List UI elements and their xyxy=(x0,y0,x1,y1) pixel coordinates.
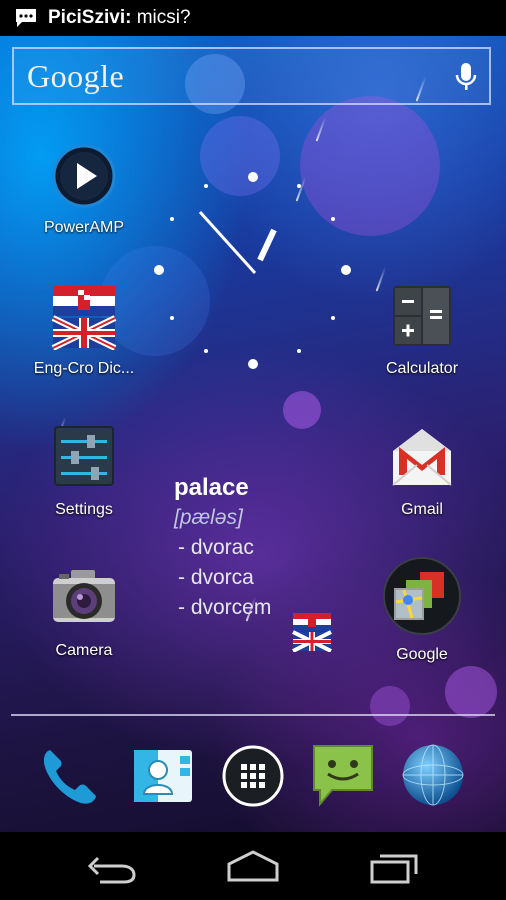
back-icon[interactable] xyxy=(84,850,140,884)
chat-bubble-icon xyxy=(16,9,36,27)
app-label: Settings xyxy=(55,501,113,518)
app-label: Calculator xyxy=(385,360,459,377)
app-drawer-icon[interactable] xyxy=(220,743,286,809)
translation-item: - dvorca xyxy=(178,566,254,589)
app-gmail[interactable]: Gmail xyxy=(357,425,487,519)
app-label: PowerAMP xyxy=(43,219,125,236)
app-label: Camera xyxy=(55,642,113,659)
status-bar: PiciSzivi: micsi? xyxy=(0,0,506,36)
play-icon xyxy=(51,143,117,209)
calculator-icon xyxy=(389,284,455,350)
contacts-icon[interactable] xyxy=(130,742,196,808)
app-label: Eng-Cro Dic... xyxy=(33,360,135,377)
dock-divider xyxy=(11,714,495,716)
translation-item: - dvorcem xyxy=(178,596,272,619)
notification-text[interactable]: PiciSzivi: micsi? xyxy=(48,7,191,29)
app-settings[interactable]: Settings xyxy=(19,425,149,519)
app-label: Gmail xyxy=(401,501,443,518)
recent-apps-icon[interactable] xyxy=(366,850,422,884)
gmail-envelope-icon xyxy=(389,425,455,491)
globe-icon[interactable] xyxy=(400,742,466,808)
dictionary-word: palace xyxy=(174,474,249,501)
google-search-bar[interactable]: Google xyxy=(12,47,491,105)
analog-clock-widget[interactable] xyxy=(148,168,358,378)
app-google-folder[interactable]: Google xyxy=(357,557,487,664)
app-poweramp[interactable]: PowerAMP xyxy=(19,143,149,237)
notification-sender: PiciSzivi: xyxy=(48,7,132,28)
google-folder-icon xyxy=(382,556,462,636)
sliders-icon xyxy=(51,425,117,491)
dictionary-pronunciation: [pæləs] xyxy=(174,506,243,529)
flags-icon xyxy=(51,284,117,351)
notification-message: micsi? xyxy=(136,7,191,28)
translation-item: - dvorac xyxy=(178,536,254,559)
app-camera[interactable]: Camera xyxy=(19,566,149,660)
microphone-icon[interactable] xyxy=(453,61,479,93)
app-calculator[interactable]: Calculator xyxy=(357,284,487,378)
dictionary-widget[interactable]: palace [pæləs] - dvorac - dvorca - dvorc… xyxy=(174,474,271,626)
app-label: Google xyxy=(396,646,448,663)
navigation-bar xyxy=(0,832,506,900)
home-icon[interactable] xyxy=(225,850,281,884)
camera-icon xyxy=(51,566,117,632)
clock-hands xyxy=(198,210,277,275)
dictionary-flags-icon xyxy=(292,613,332,652)
google-logo: Google xyxy=(27,58,125,94)
messaging-icon[interactable] xyxy=(310,742,376,808)
phone-icon[interactable] xyxy=(38,742,104,808)
app-eng-cro-dictionary[interactable]: Eng-Cro Dic... xyxy=(19,284,149,378)
